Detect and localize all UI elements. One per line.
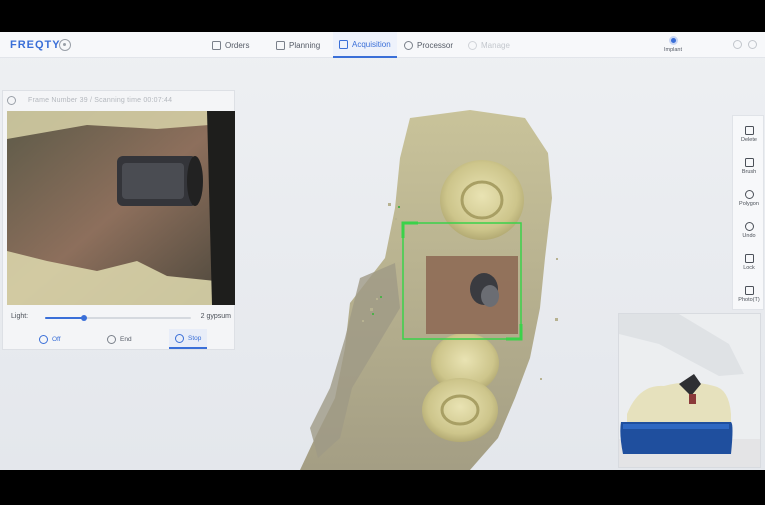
implant-label: Implant: [663, 47, 683, 53]
planning-icon: [276, 40, 285, 50]
settings-icon[interactable]: [59, 39, 71, 51]
tab-label: Orders: [225, 40, 250, 50]
stop-icon: [175, 333, 184, 343]
light-slider-fill: [45, 317, 85, 319]
orders-icon: [212, 40, 221, 50]
tooth-lower: [422, 378, 498, 442]
tab-label: Manage: [481, 40, 510, 50]
light-slider-handle[interactable]: [81, 315, 88, 321]
photo-button[interactable]: Photo(T): [733, 280, 765, 310]
tab-label: Planning: [289, 40, 321, 50]
trash-icon: [744, 126, 754, 135]
stop-button[interactable]: Stop: [169, 329, 208, 349]
tab-acquisition[interactable]: Acquisition: [333, 32, 397, 58]
power-icon: [107, 334, 116, 344]
reference-photo-image: [619, 314, 760, 467]
app-logo: FREQTY: [10, 39, 61, 51]
tab-orders[interactable]: Orders: [206, 32, 255, 58]
frame-info: Frame Number 39 / Scanning time 00:07:44: [28, 97, 173, 104]
implant-icon: [668, 36, 678, 45]
reference-photo: [618, 313, 761, 468]
camera-icon[interactable]: [7, 96, 16, 105]
light-control: Light: 2 gypsum: [11, 312, 231, 324]
camera-image: [7, 111, 235, 305]
top-bar: FREQTY Orders Planning Acquisition Proce…: [0, 32, 765, 58]
delete-button[interactable]: Delete: [733, 120, 765, 150]
power-icon[interactable]: [748, 40, 757, 49]
camera-header: Frame Number 39 / Scanning time 00:07:44: [3, 91, 234, 110]
acquisition-icon: [339, 39, 348, 49]
polygon-button[interactable]: Polygon: [733, 184, 765, 214]
app-window: FREQTY Orders Planning Acquisition Proce…: [0, 32, 765, 470]
tooth-upper: [440, 160, 524, 240]
tab-planning[interactable]: Planning: [270, 32, 326, 58]
tab-label: Acquisition: [352, 39, 391, 49]
implant-mode-button[interactable]: Implant: [662, 36, 684, 53]
brush-icon: [744, 158, 754, 167]
lock-icon: [744, 254, 754, 263]
camera-live-view: [7, 111, 235, 305]
tab-manage[interactable]: Manage: [462, 32, 516, 58]
tab-processor[interactable]: Processor: [398, 32, 459, 58]
end-button[interactable]: End: [101, 329, 138, 349]
light-label: Light:: [11, 313, 29, 320]
lock-button[interactable]: Lock: [733, 248, 765, 278]
undo-button[interactable]: Undo: [733, 216, 765, 246]
polygon-icon: [744, 190, 754, 199]
minimize-icon[interactable]: [733, 40, 742, 49]
brush-button[interactable]: Brush: [733, 152, 765, 182]
photo-icon: [744, 286, 754, 295]
undo-icon: [744, 222, 754, 231]
processor-icon: [404, 40, 413, 50]
tab-label: Processor: [417, 40, 454, 50]
right-toolbar: Delete Brush Polygon Undo Lock Photo(T): [732, 115, 764, 310]
bulb-icon: [39, 334, 48, 344]
camera-panel: Frame Number 39 / Scanning time 00:07:44: [2, 90, 235, 350]
light-value: 2 gypsum: [200, 313, 231, 320]
light-off-button[interactable]: Off: [33, 329, 67, 349]
light-slider[interactable]: [45, 315, 191, 321]
manage-icon: [468, 40, 477, 50]
